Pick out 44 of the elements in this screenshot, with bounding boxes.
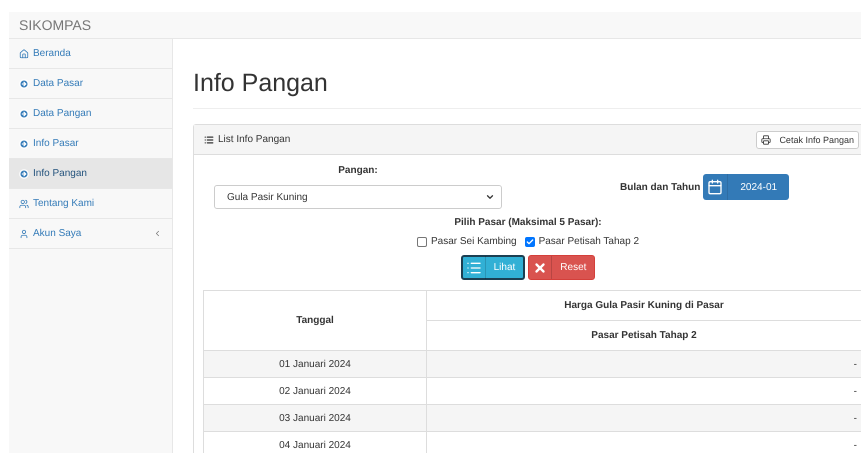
- pangan-select[interactable]: Gula Pasir Kuning: [214, 185, 502, 209]
- printer-icon: [761, 134, 772, 144]
- arrow-circle-icon: [19, 168, 29, 178]
- list-icon: [204, 134, 214, 144]
- table-cell: -: [426, 378, 861, 404]
- arrow-circle-icon: [19, 78, 29, 88]
- column-header: Tanggal: [204, 290, 426, 350]
- users-icon: [19, 198, 29, 208]
- checkbox-label: Pasar Petisah Tahap 2: [538, 236, 640, 247]
- checkbox[interactable]: [416, 236, 427, 246]
- page-title: Info Pangan: [193, 69, 861, 109]
- table-cell: -: [426, 404, 861, 432]
- table-cell: -: [426, 350, 861, 378]
- sidebar-item[interactable]: Tentang Kami: [9, 189, 172, 219]
- calendar-icon: [707, 179, 724, 195]
- sidebar-item[interactable]: Info Pangan: [9, 159, 172, 189]
- user-icon: [19, 228, 29, 238]
- table-cell: 03 Januari 2024: [204, 404, 426, 432]
- reset-button[interactable]: Reset: [528, 255, 596, 280]
- sidebar-item[interactable]: Data Pangan: [9, 99, 172, 129]
- arrow-circle-icon: [19, 108, 29, 118]
- list-icon: [466, 260, 482, 276]
- field-label: Pangan:: [338, 165, 378, 176]
- checkbox[interactable]: [524, 236, 535, 246]
- table-cell: 01 Januari 2024: [204, 350, 426, 378]
- period-button[interactable]: 2024-01: [703, 174, 790, 200]
- sidebar-item[interactable]: Data Pasar: [9, 69, 172, 99]
- close-icon: [533, 260, 548, 274]
- table-cell: -: [426, 432, 861, 453]
- checkbox-label: Pasar Sei Kambing: [430, 236, 517, 247]
- dropdown-icon: [485, 192, 495, 202]
- sidebar-item[interactable]: Beranda: [9, 39, 172, 69]
- home-icon: [19, 48, 29, 58]
- panel-title: List Info Pangan: [218, 134, 290, 145]
- table-cell: 02 Januari 2024: [204, 378, 426, 404]
- brand-name[interactable]: SIKOMPAS: [19, 17, 92, 33]
- field-label: Pilih Pasar (Maksimal 5 Pasar):: [454, 217, 602, 228]
- sidebar-item[interactable]: Akun Saya: [9, 219, 172, 249]
- field-label: Bulan dan Tahun: [620, 182, 700, 192]
- table-cell: 04 Januari 2024: [204, 432, 426, 453]
- arrow-circle-icon: [19, 138, 29, 148]
- print-button[interactable]: Cetak Info Pangan: [756, 130, 859, 148]
- column-header: Harga Gula Pasir Kuning di Pasar: [426, 290, 861, 320]
- view-button[interactable]: Lihat: [460, 255, 526, 280]
